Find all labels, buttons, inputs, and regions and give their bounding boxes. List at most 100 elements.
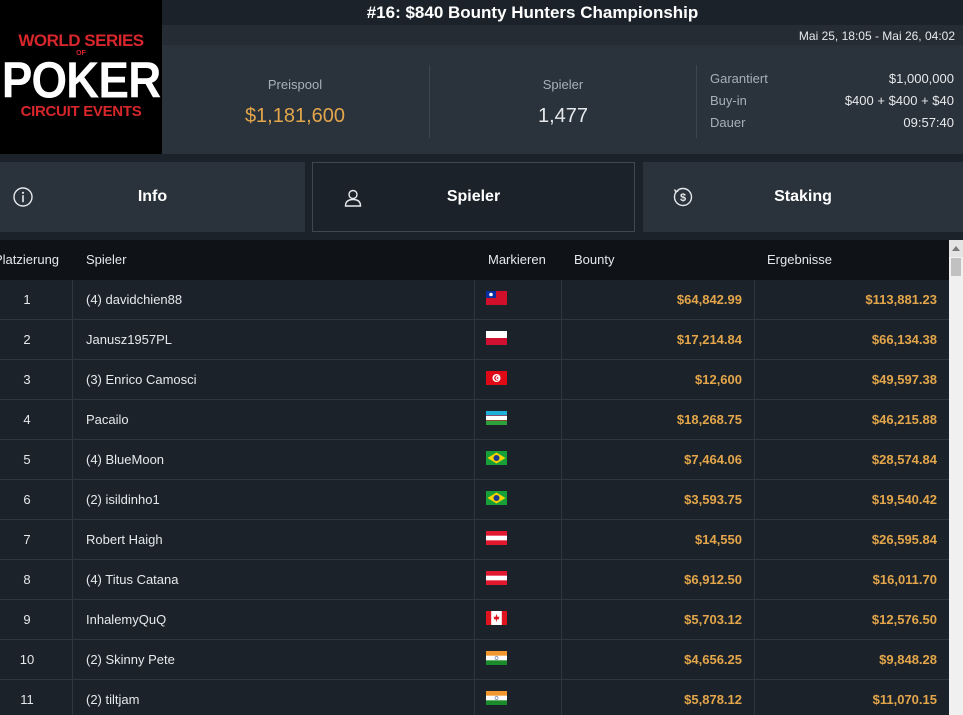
players-value: 1,477 <box>537 105 589 127</box>
player-name-cell[interactable]: Pacailo <box>86 400 129 439</box>
column-header-flag[interactable]: Markieren <box>488 240 546 280</box>
player-name-cell[interactable]: (2) isildinho1 <box>86 480 160 519</box>
india-flag-icon <box>486 651 507 665</box>
results-table: Platzierung Spieler Markieren Bounty Erg… <box>0 240 949 715</box>
brazil-flag-icon <box>486 451 507 465</box>
bounty-cell: $12,600 <box>695 372 742 387</box>
tab-staking-label: Staking <box>774 188 832 205</box>
place-cell: 2 <box>23 332 31 347</box>
result-cell: $16,011.70 <box>872 572 937 587</box>
result-cell: $28,574.84 <box>871 452 937 467</box>
svg-text:$: $ <box>680 192 686 204</box>
column-divider <box>474 280 475 715</box>
brazil-flag-icon <box>486 491 507 505</box>
player-name-cell[interactable]: (4) davidchien88 <box>86 280 182 319</box>
place-cell: 10 <box>19 652 35 667</box>
column-divider <box>72 280 73 715</box>
column-header-results[interactable]: Ergebnisse <box>767 240 832 280</box>
user-icon <box>344 189 362 207</box>
prizepool-value: $1,181,600 <box>244 105 346 127</box>
prizepool-stat: Preispool $1,181,600 <box>200 45 390 154</box>
bounty-cell: $3,593.75 <box>684 492 742 507</box>
wsop-circuit-logo: WORLD SERIES OF POKER CIRCUIT EVENTS <box>0 0 162 154</box>
tab-info[interactable]: Info <box>0 162 305 232</box>
canada-flag-icon <box>486 611 507 625</box>
bounty-cell: $5,703.12 <box>684 612 742 627</box>
detail-row-buyin: Buy-in $400 + $400 + $40 <box>710 93 954 115</box>
tab-players[interactable]: Spieler <box>312 162 635 232</box>
player-name-cell[interactable]: (4) BlueMoon <box>86 440 164 479</box>
event-title-bar: #16: $840 Bounty Hunters Championship <box>162 0 963 25</box>
tab-staking[interactable]: $ Staking <box>643 162 963 232</box>
bounty-cell: $17,214.84 <box>676 332 742 347</box>
column-divider <box>754 280 755 715</box>
event-title: #16: $840 Bounty Hunters Championship <box>366 2 699 22</box>
result-cell: $9,848.28 <box>879 652 937 667</box>
scrollbar-thumb[interactable] <box>951 258 961 276</box>
prizepool-label: Preispool <box>267 77 323 92</box>
result-cell: $49,597.38 <box>871 372 937 387</box>
place-cell: 5 <box>23 452 31 467</box>
tab-info-label: Info <box>137 188 168 205</box>
column-divider <box>561 280 562 715</box>
austria-flag-icon <box>486 531 507 545</box>
detail-key: Dauer <box>710 115 746 130</box>
player-name-cell[interactable]: (4) Titus Catana <box>86 560 179 599</box>
event-stats-panel: Preispool $1,181,600 Spieler 1,477 Garan… <box>162 45 963 154</box>
detail-row-guaranteed: Garantiert $1,000,000 <box>710 71 954 93</box>
tunisia-flag-icon <box>486 371 507 385</box>
place-cell: 8 <box>23 572 31 587</box>
player-name-cell[interactable]: Janusz1957PL <box>86 320 172 359</box>
players-label: Spieler <box>542 77 584 92</box>
place-cell: 6 <box>23 492 31 507</box>
players-stat: Spieler 1,477 <box>472 45 654 154</box>
player-name-cell[interactable]: (3) Enrico Camosci <box>86 360 197 399</box>
place-cell: 3 <box>23 372 31 387</box>
place-cell: 7 <box>23 532 31 547</box>
stat-divider <box>696 65 697 138</box>
result-cell: $26,595.84 <box>871 532 937 547</box>
column-header-bounty[interactable]: Bounty <box>574 240 614 280</box>
result-cell: $46,215.88 <box>871 412 937 427</box>
bounty-cell: $64,842.99 <box>676 292 742 307</box>
player-name-cell[interactable]: (2) Skinny Pete <box>86 640 175 679</box>
result-cell: $19,540.42 <box>871 492 937 507</box>
result-cell: $11,070.15 <box>872 692 937 707</box>
event-tabs: Info Spieler $ Staking <box>0 162 963 232</box>
info-icon <box>13 187 33 207</box>
bounty-cell: $14,550 <box>695 532 742 547</box>
column-header-place[interactable]: Platzierung <box>0 240 59 280</box>
detail-value: $1,000,000 <box>888 71 954 86</box>
player-name-cell[interactable]: InhalemyQuQ <box>86 600 166 639</box>
detail-value: 09:57:40 <box>903 115 954 130</box>
result-cell: $66,134.38 <box>871 332 937 347</box>
result-cell: $12,576.50 <box>871 612 937 627</box>
taiwan-flag-icon <box>486 291 507 305</box>
scroll-up-arrow-icon[interactable] <box>949 240 963 257</box>
detail-key: Garantiert <box>710 71 768 86</box>
logo-line-world-series: WORLD SERIES <box>18 31 144 50</box>
detail-row-duration: Dauer 09:57:40 <box>710 115 954 137</box>
table-header: Platzierung Spieler Markieren Bounty Erg… <box>0 240 949 280</box>
player-name-cell[interactable]: (2) tiltjam <box>86 680 139 715</box>
austria-flag-icon <box>486 571 507 585</box>
stat-divider <box>429 65 430 138</box>
logo-line-poker: POKER <box>1 51 162 109</box>
bounty-cell: $7,464.06 <box>684 452 742 467</box>
result-cell: $113,881.23 <box>865 292 937 307</box>
place-cell: 1 <box>23 292 31 307</box>
column-header-player[interactable]: Spieler <box>86 240 126 280</box>
event-dates: Mai 25, 18:05 - Mai 26, 04:02 <box>162 25 963 45</box>
event-details: Garantiert $1,000,000 Buy-in $400 + $400… <box>710 71 954 137</box>
place-cell: 9 <box>23 612 31 627</box>
bounty-cell: $6,912.50 <box>684 572 742 587</box>
place-cell: 11 <box>20 692 34 707</box>
bounty-cell: $4,656.25 <box>684 652 742 667</box>
bounty-cell: $18,268.75 <box>676 412 742 427</box>
dollar-coin-icon: $ <box>673 187 693 207</box>
uzbekistan-flag-icon <box>486 411 507 425</box>
detail-value: $400 + $400 + $40 <box>844 93 954 108</box>
table-scrollbar[interactable] <box>949 240 963 715</box>
player-name-cell[interactable]: Robert Haigh <box>86 520 163 559</box>
place-cell: 4 <box>23 412 31 427</box>
